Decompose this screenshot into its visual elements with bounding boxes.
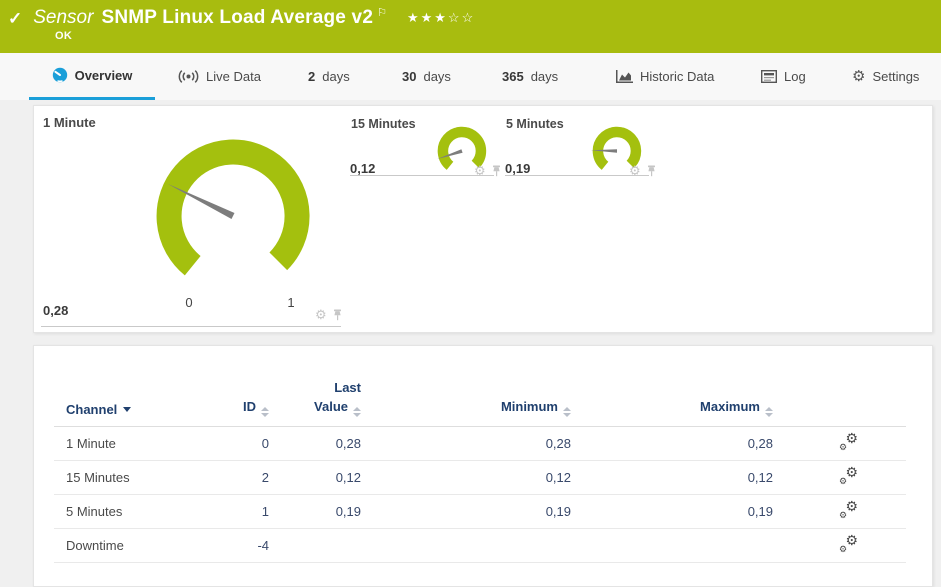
channel-settings-gears-icon[interactable]: ⚙ ⚙ bbox=[839, 499, 858, 520]
tab-label: days bbox=[423, 69, 451, 84]
table-row: 15 Minutes 2 0,12 0,12 0,12 ⚙ ⚙ bbox=[54, 461, 906, 495]
column-header-channel[interactable]: Channel bbox=[54, 402, 211, 426]
channel-id: 1 bbox=[261, 504, 269, 519]
gauge-scale-min: 0 bbox=[185, 295, 192, 310]
channel-settings-gears-icon[interactable]: ⚙ ⚙ bbox=[839, 465, 858, 486]
sensor-title: SNMP Linux Load Average v2 bbox=[101, 7, 374, 28]
tile-divider bbox=[41, 326, 341, 327]
tab-365-days[interactable]: 365 days bbox=[502, 53, 558, 100]
sort-icon bbox=[765, 407, 773, 417]
gauge-settings-gear-icon[interactable]: ⚙ bbox=[315, 308, 327, 321]
channel-maximum: 0,28 bbox=[747, 436, 773, 451]
sort-icon bbox=[353, 407, 361, 417]
sensor-header: ✓ Sensor SNMP Linux Load Average v2 ⚐ ★★… bbox=[0, 0, 941, 53]
tile-divider bbox=[350, 175, 494, 176]
tile-divider bbox=[505, 175, 649, 176]
column-header-id[interactable]: ID bbox=[211, 399, 269, 426]
column-header-last-value[interactable]: Last Value bbox=[269, 379, 361, 426]
table-row: Downtime -4 ⚙ ⚙ bbox=[54, 529, 906, 563]
gear-icon: ⚙ bbox=[852, 68, 866, 85]
gauges-panel: 1 Minute 0 1 0,28 ⚙ 15 Minutes 0,12 ⚙ 5 … bbox=[33, 105, 933, 333]
tab-number: 365 bbox=[502, 69, 524, 84]
tab-settings[interactable]: ⚙ Settings bbox=[852, 53, 919, 100]
gauge-title-5-minutes: 5 Minutes bbox=[506, 117, 564, 131]
tab-label: Settings bbox=[872, 69, 920, 84]
historic-chart-icon bbox=[616, 69, 633, 83]
gauge-icon bbox=[52, 67, 67, 83]
tab-historic-data[interactable]: Historic Data bbox=[615, 53, 714, 100]
tab-label: Historic Data bbox=[640, 69, 715, 84]
gauge-1-minute: 0 1 bbox=[156, 139, 310, 310]
channel-id: 2 bbox=[261, 470, 269, 485]
priority-stars[interactable]: ★★★☆☆ bbox=[407, 10, 475, 26]
channel-last-value: 0,12 bbox=[335, 470, 361, 485]
tab-bar: Overview Live Data 2 days 30 days 365 da… bbox=[0, 53, 941, 100]
flag-icon[interactable]: ⚐ bbox=[377, 6, 387, 19]
column-header-maximum[interactable]: Maximum bbox=[571, 399, 773, 426]
sensor-status-badge: OK bbox=[55, 30, 73, 42]
channel-id: -4 bbox=[257, 538, 269, 553]
channel-name[interactable]: 15 Minutes bbox=[54, 470, 211, 485]
gauge-title-1-minute: 1 Minute bbox=[43, 115, 96, 130]
gauge-scale-max: 1 bbox=[287, 295, 294, 310]
tab-label: Overview bbox=[74, 67, 133, 83]
channel-name[interactable]: 1 Minute bbox=[54, 436, 211, 451]
tab-log[interactable]: Log bbox=[761, 53, 806, 100]
tab-number: 30 bbox=[402, 69, 417, 84]
channel-table: Channel ID Last Value Minimum Maximum 1 … bbox=[54, 346, 906, 563]
channel-minimum: 0,19 bbox=[545, 504, 571, 519]
tab-label: Live Data bbox=[206, 69, 261, 84]
channel-last-value: 0,19 bbox=[335, 504, 361, 519]
tab-number: 2 bbox=[308, 69, 316, 84]
column-header-minimum[interactable]: Minimum bbox=[361, 399, 571, 426]
tab-2-days[interactable]: 2 days bbox=[308, 53, 350, 100]
tab-live-data[interactable]: Live Data bbox=[178, 53, 261, 100]
gauge-value-1-minute: 0,28 bbox=[43, 303, 69, 318]
log-icon bbox=[761, 70, 777, 83]
sort-icon bbox=[563, 407, 571, 417]
tab-30-days[interactable]: 30 days bbox=[402, 53, 451, 100]
tab-label: Log bbox=[784, 69, 806, 84]
channel-settings-gears-icon[interactable]: ⚙ ⚙ bbox=[839, 431, 858, 452]
gauge-value-15-minutes: 0,12 bbox=[350, 161, 376, 176]
channels-panel: Channel ID Last Value Minimum Maximum 1 … bbox=[33, 345, 933, 587]
table-row: 1 Minute 0 0,28 0,28 0,28 ⚙ ⚙ bbox=[54, 427, 906, 461]
channel-maximum: 0,12 bbox=[747, 470, 773, 485]
tab-overview[interactable]: Overview bbox=[29, 53, 155, 100]
table-header-row: Channel ID Last Value Minimum Maximum bbox=[54, 346, 906, 427]
channel-minimum: 0,28 bbox=[545, 436, 571, 451]
channel-id: 0 bbox=[261, 436, 269, 451]
channel-name[interactable]: 5 Minutes bbox=[54, 504, 211, 519]
pin-icon[interactable] bbox=[332, 309, 343, 321]
gauge-value-5-minutes: 0,19 bbox=[505, 161, 531, 176]
channel-last-value: 0,28 bbox=[335, 436, 361, 451]
status-check-icon: ✓ bbox=[8, 9, 23, 28]
live-broadcast-icon bbox=[178, 70, 199, 83]
sort-icon bbox=[261, 407, 269, 417]
object-type-label: Sensor bbox=[33, 7, 94, 28]
tab-label: days bbox=[530, 69, 559, 84]
table-row: 5 Minutes 1 0,19 0,19 0,19 ⚙ ⚙ bbox=[54, 495, 906, 529]
gauge-title-15-minutes: 15 Minutes bbox=[351, 117, 416, 131]
tab-label: days bbox=[322, 69, 350, 84]
channel-minimum: 0,12 bbox=[545, 470, 571, 485]
channel-maximum: 0,19 bbox=[747, 504, 773, 519]
sort-desc-caret-icon bbox=[123, 407, 132, 412]
channel-settings-gears-icon[interactable]: ⚙ ⚙ bbox=[839, 533, 858, 554]
channel-name[interactable]: Downtime bbox=[54, 538, 211, 553]
